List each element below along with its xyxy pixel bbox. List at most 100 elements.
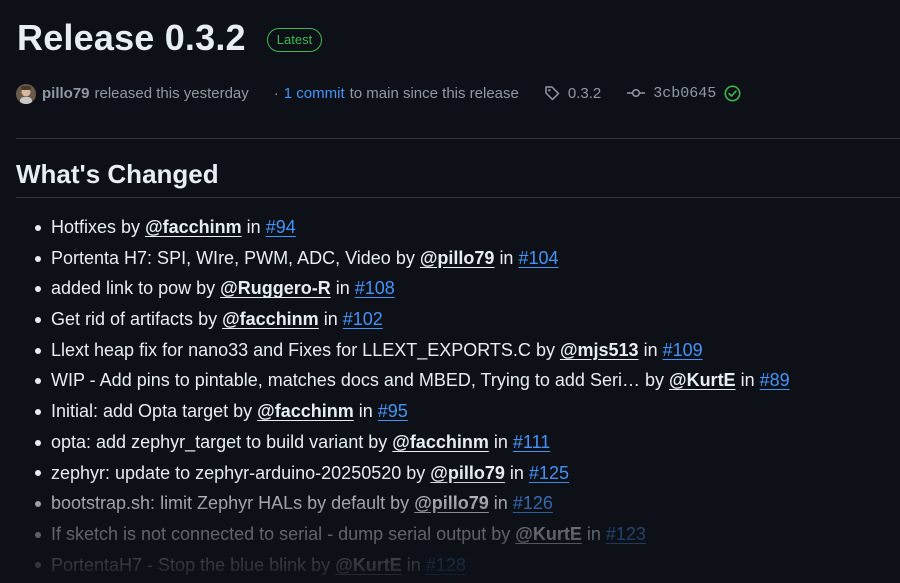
pr-link[interactable]: #123 xyxy=(606,519,646,550)
user-link[interactable]: @facchinm xyxy=(392,427,489,458)
list-item: bootstrap.sh: limit Zephyr HALs by defau… xyxy=(35,488,900,519)
bullet xyxy=(35,408,41,415)
list-item: PortentaH7 - Stop the blue blink by @Kur… xyxy=(35,550,900,581)
commit-suffix: to main since this release xyxy=(349,84,519,102)
pr-link[interactable]: #109 xyxy=(663,335,703,366)
by-text: by xyxy=(491,523,511,544)
release-title[interactable]: Release 0.3.2 xyxy=(17,14,246,62)
user-link[interactable]: @pillo79 xyxy=(430,458,505,489)
in-text: in xyxy=(335,278,350,299)
change-title: If sketch is not connected to serial - d… xyxy=(51,523,487,544)
release-header: Release 0.3.2 Latest xyxy=(17,14,323,62)
bullet xyxy=(35,255,41,262)
list-item: Get rid of artifacts by @facchinm in #10… xyxy=(35,304,900,335)
change-title: Get rid of artifacts xyxy=(51,309,194,330)
pr-link[interactable]: #111 xyxy=(513,427,550,458)
in-text: in xyxy=(323,309,338,330)
user-link[interactable]: @KurtE xyxy=(335,550,402,581)
change-title: opta: add zephyr_target to build variant xyxy=(51,431,364,452)
pr-link[interactable]: #95 xyxy=(378,396,408,427)
bullet xyxy=(35,531,41,538)
in-text: in xyxy=(643,339,658,360)
bullet xyxy=(35,439,41,446)
list-item: zephyr: update to zephyr-arduino-2025052… xyxy=(35,458,900,489)
changes-list: Hotfixes by @facchinm in #94 Portenta H7… xyxy=(35,212,900,580)
user-link[interactable]: @Ruggero-R xyxy=(220,273,331,304)
in-text: in xyxy=(246,217,261,237)
by-text: by xyxy=(196,278,216,299)
user-link[interactable]: @mjs513 xyxy=(560,335,639,366)
user-link[interactable]: @facchinm xyxy=(257,396,354,427)
bullet xyxy=(35,562,41,569)
by-text: by xyxy=(390,493,410,514)
bullet xyxy=(35,347,41,354)
change-title: Llext heap fix for nano33 and Fixes for … xyxy=(51,339,531,360)
bullet xyxy=(35,378,41,385)
user-link[interactable]: @facchinm xyxy=(145,212,242,243)
list-item: Portenta H7: SPI, WIre, PWM, ADC, Video … xyxy=(35,243,900,274)
by-text: by xyxy=(311,554,331,575)
pr-link[interactable]: #108 xyxy=(355,273,395,304)
change-title: Initial: add Opta target xyxy=(51,401,229,422)
by-text: by xyxy=(121,217,141,237)
commit-sha-link[interactable]: 3cb0645 xyxy=(627,85,749,102)
by-text: by xyxy=(368,431,388,452)
commit-sha: 3cb0645 xyxy=(653,84,717,102)
tag-link[interactable]: 0.3.2 xyxy=(544,85,601,102)
commit-link[interactable]: 1 commit xyxy=(284,85,345,102)
by-text: by xyxy=(233,401,253,422)
divider xyxy=(16,138,900,139)
user-link[interactable]: @KurtE xyxy=(669,365,736,396)
pr-link[interactable]: #128 xyxy=(426,550,466,581)
user-link[interactable]: @KurtE xyxy=(515,519,582,550)
user-link[interactable]: @pillo79 xyxy=(414,488,489,519)
tag-icon xyxy=(545,86,560,101)
list-item: added link to pow by @Ruggero-R in #108 xyxy=(35,273,900,304)
by-text: by xyxy=(198,309,218,330)
in-text: in xyxy=(586,523,601,544)
pr-link[interactable]: #102 xyxy=(343,304,383,335)
change-title: PortentaH7 - Stop the blue blink xyxy=(51,554,307,575)
change-title: bootstrap.sh: limit Zephyr HALs by defau… xyxy=(51,493,386,514)
change-title: WIP - Add pins to pintable, matches docs… xyxy=(51,370,640,391)
list-item: If sketch is not connected to serial - d… xyxy=(35,519,900,550)
change-title: Portenta H7: SPI, WIre, PWM, ADC, Video xyxy=(51,247,391,268)
pr-link[interactable]: #89 xyxy=(760,365,790,396)
by-text: by xyxy=(535,339,555,360)
tag-label: 0.3.2 xyxy=(567,84,602,102)
divider xyxy=(16,197,900,198)
separator-dot: · xyxy=(273,84,279,102)
list-item: Hotfixes by @facchinm in #94 xyxy=(35,212,900,243)
avatar[interactable] xyxy=(16,84,36,104)
list-item: WIP - Add pins to pintable, matches docs… xyxy=(35,365,900,396)
pr-link[interactable]: #125 xyxy=(529,458,569,489)
change-title: zephyr: update to zephyr-arduino-2025052… xyxy=(51,462,402,483)
released-text: released this yesterday xyxy=(94,84,249,102)
in-text: in xyxy=(499,247,514,268)
list-item: Initial: add Opta target by @facchinm in… xyxy=(35,396,900,427)
list-item: Llext heap fix for nano33 and Fixes for … xyxy=(35,335,900,366)
in-text: in xyxy=(740,370,755,391)
user-link[interactable]: @pillo79 xyxy=(420,243,495,274)
list-item: opta: add zephyr_target to build variant… xyxy=(35,427,900,458)
in-text: in xyxy=(493,431,508,452)
change-title: Hotfixes xyxy=(51,217,117,237)
bullet xyxy=(35,470,41,477)
pr-link[interactable]: #126 xyxy=(513,488,553,519)
bullet xyxy=(35,316,41,323)
bullet xyxy=(35,224,41,231)
section-heading: What's Changed xyxy=(16,159,219,189)
pr-link[interactable]: #94 xyxy=(266,212,296,243)
in-text: in xyxy=(358,401,373,422)
check-circle-icon[interactable] xyxy=(724,85,741,102)
in-text: in xyxy=(509,462,524,483)
by-text: by xyxy=(395,247,415,268)
author-link[interactable]: pillo79 xyxy=(42,85,90,102)
in-text: in xyxy=(406,554,421,575)
user-link[interactable]: @facchinm xyxy=(222,304,319,335)
by-text: by xyxy=(406,462,426,483)
bullet xyxy=(35,286,41,293)
pr-link[interactable]: #104 xyxy=(518,243,558,274)
release-meta: pillo79 released this yesterday · 1 comm… xyxy=(16,79,749,107)
by-text: by xyxy=(644,370,664,391)
